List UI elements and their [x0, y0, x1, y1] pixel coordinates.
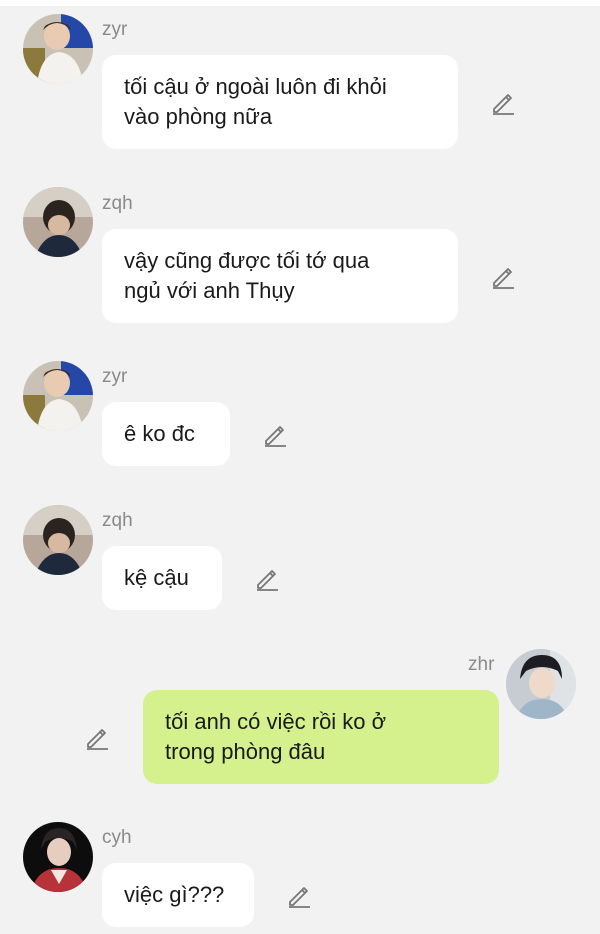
message-bubble[interactable]: ê ko đc — [102, 402, 230, 466]
message-text: việc gì??? — [124, 882, 225, 907]
avatar-zhr[interactable] — [506, 649, 576, 719]
sender-name: zyr — [102, 366, 128, 387]
message-text: vậy cũng được tối tớ qua ngủ với anh Thụ… — [124, 248, 370, 303]
message-text: tối anh có việc rồi ko ở trong phòng đâu — [165, 709, 387, 764]
avatar-cyh[interactable] — [23, 822, 93, 892]
message-bubble[interactable]: tối anh có việc rồi ko ở trong phòng đâu — [143, 690, 499, 784]
pencil-edit-icon[interactable] — [254, 566, 280, 592]
message-bubble[interactable]: vậy cũng được tối tớ qua ngủ với anh Thụ… — [102, 229, 458, 323]
chat-thread: zyr tối cậu ở ngoài luôn đi khỏi vào phò… — [0, 0, 600, 934]
zyr-avatar-icon — [23, 361, 93, 431]
message-bubble[interactable]: kệ cậu — [102, 546, 222, 610]
pencil-edit-icon[interactable] — [84, 725, 110, 751]
message-text: kệ cậu — [124, 565, 189, 590]
message-bubble[interactable]: việc gì??? — [102, 863, 254, 927]
pencil-edit-icon[interactable] — [490, 90, 516, 116]
zyr-avatar-icon — [23, 14, 93, 84]
avatar-zyr[interactable] — [23, 14, 93, 84]
message-text: tối cậu ở ngoài luôn đi khỏi vào phòng n… — [124, 74, 387, 129]
message-text: ê ko đc — [124, 421, 195, 446]
message-bubble[interactable]: tối cậu ở ngoài luôn đi khỏi vào phòng n… — [102, 55, 458, 149]
avatar-zqh[interactable] — [23, 187, 93, 257]
sender-name: cyh — [102, 827, 132, 848]
sender-name: zyr — [102, 19, 128, 40]
pencil-edit-icon[interactable] — [286, 883, 312, 909]
pencil-edit-icon[interactable] — [262, 422, 288, 448]
top-divider — [0, 0, 600, 6]
zqh-avatar-icon — [23, 505, 93, 575]
pencil-edit-icon[interactable] — [490, 264, 516, 290]
zqh-avatar-icon — [23, 187, 93, 257]
avatar-zqh[interactable] — [23, 505, 93, 575]
sender-name: zqh — [102, 193, 133, 214]
zhr-avatar-icon — [506, 649, 576, 719]
cyh-avatar-icon — [23, 822, 93, 892]
sender-name: zqh — [102, 510, 133, 531]
sender-name: zhr — [468, 654, 495, 675]
avatar-zyr[interactable] — [23, 361, 93, 431]
